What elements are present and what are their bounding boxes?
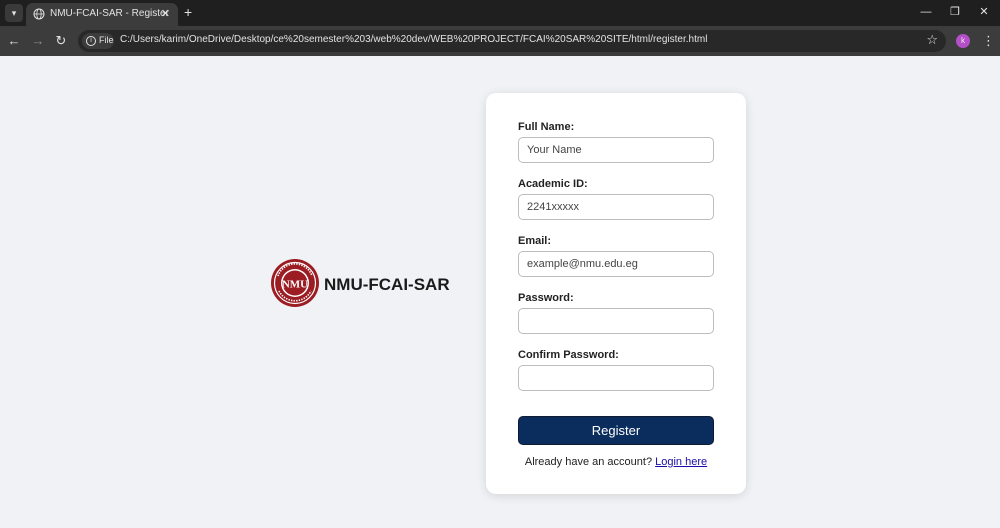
page-content: NMU NMU-FCAI-SAR Full Name: Academic ID:… [0, 56, 1000, 528]
password-input[interactable] [518, 308, 714, 334]
new-tab-icon[interactable]: + [184, 4, 192, 20]
login-prompt: Already have an account? Login here [486, 456, 746, 468]
email-label: Email: [518, 235, 552, 247]
site-info-label: File [99, 35, 114, 45]
globe-icon [33, 8, 45, 20]
confirm-password-label: Confirm Password: [518, 349, 619, 361]
login-link[interactable]: Login here [655, 456, 707, 468]
restore-icon[interactable]: ❐ [948, 5, 962, 19]
reload-icon[interactable]: ↻ [53, 33, 69, 49]
tab-close-icon[interactable]: ✕ [161, 7, 170, 20]
brand: NMU NMU-FCAI-SAR [270, 258, 470, 308]
site-info-chip[interactable]: i File [82, 33, 114, 49]
university-logo: NMU [271, 259, 319, 307]
brand-name: NMU-FCAI-SAR [324, 275, 450, 294]
forward-arrow-icon[interactable]: → [30, 33, 46, 49]
login-prompt-text: Already have an account? [524, 456, 653, 468]
url-text[interactable]: C:/Users/karim/OneDrive/Desktop/ce%20sem… [120, 34, 707, 45]
browser-tab-bar: ▾ NMU-FCAI-SAR - Register ✕ + — ❐ ✕ [0, 0, 1000, 26]
register-form: Full Name: Academic ID: Email: Password:… [486, 93, 746, 494]
window-close-icon[interactable]: ✕ [977, 5, 991, 19]
bookmark-star-icon[interactable]: ☆ [926, 32, 938, 48]
browser-toolbar: ← → ↻ i File C:/Users/karim/OneDrive/Des… [0, 26, 1000, 56]
info-icon: i [86, 36, 96, 46]
academic-id-input[interactable] [518, 194, 714, 220]
active-tab[interactable]: NMU-FCAI-SAR - Register ✕ [26, 3, 178, 26]
profile-avatar[interactable]: k [956, 34, 970, 48]
address-bar[interactable]: i File C:/Users/karim/OneDrive/Desktop/c… [78, 30, 946, 52]
academic-id-label: Academic ID: [518, 178, 588, 190]
confirm-password-input[interactable] [518, 365, 714, 391]
logo-monogram: NMU [282, 279, 308, 291]
register-button[interactable]: Register [518, 416, 714, 445]
tab-search-chevron-icon[interactable]: ▾ [5, 4, 23, 22]
browser-menu-icon[interactable]: ⋮ [982, 33, 995, 49]
full-name-label: Full Name: [518, 121, 575, 133]
minimize-icon[interactable]: — [919, 5, 933, 19]
full-name-input[interactable] [518, 137, 714, 163]
password-label: Password: [518, 292, 574, 304]
email-input[interactable] [518, 251, 714, 277]
tab-title: NMU-FCAI-SAR - Register [50, 8, 169, 19]
back-arrow-icon[interactable]: ← [6, 33, 22, 49]
